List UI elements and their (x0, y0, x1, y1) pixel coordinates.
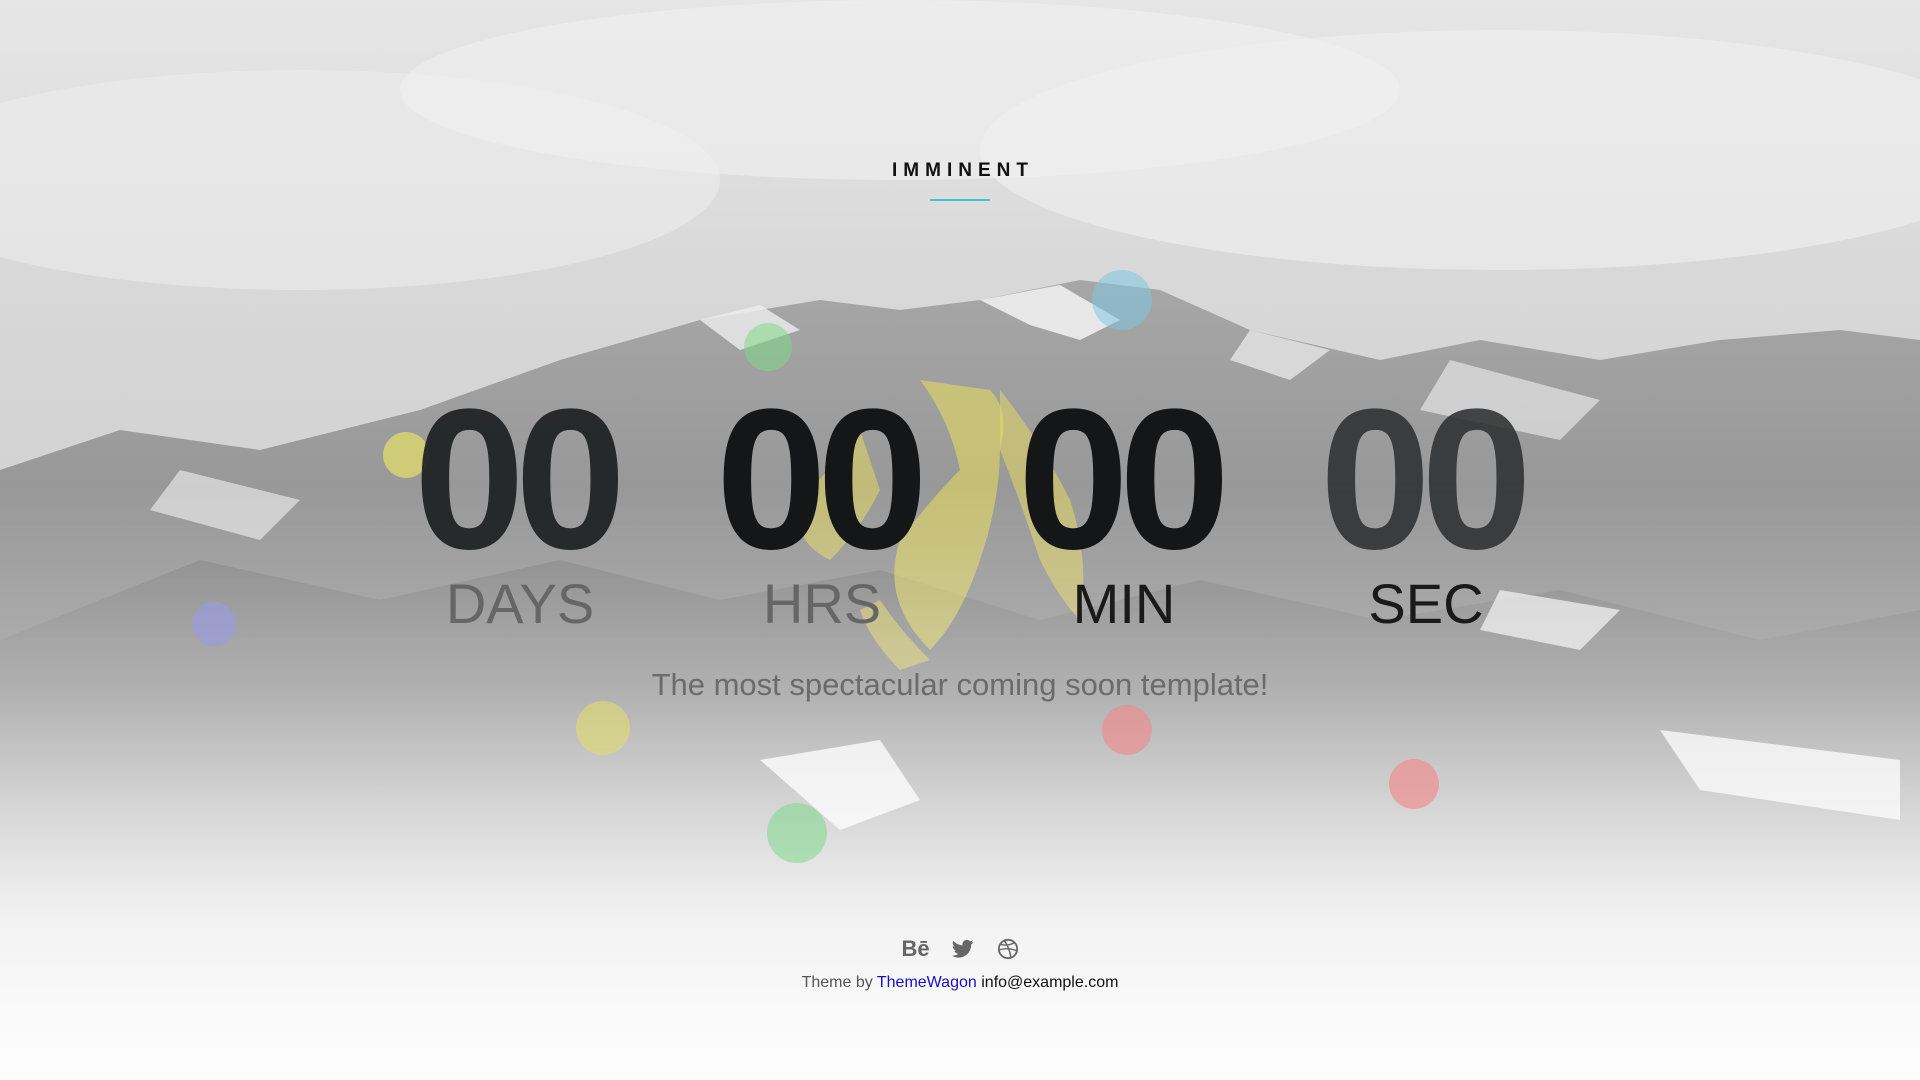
hours-value: 00 (715, 368, 928, 591)
countdown-seconds: 00 SEC (1296, 380, 1556, 634)
countdown-hours: 00 HRS (692, 380, 952, 634)
decorative-bubble (767, 803, 827, 863)
countdown-timer: 00 DAYS 00 HRS 00 MIN 00 SEC (390, 380, 1550, 634)
decorative-bubble (744, 323, 792, 371)
decorative-bubble (576, 701, 630, 755)
footer-credits: Theme by ThemeWagon info@example.com (0, 974, 1920, 992)
tagline: The most spectacular coming soon templat… (651, 667, 1269, 702)
decorative-bubble (1092, 270, 1152, 330)
minutes-value: 00 (1017, 368, 1230, 591)
countdown-minutes: 00 MIN (994, 380, 1254, 634)
contact-email: info@example.com (981, 974, 1119, 991)
brand-title: IMMINENT (892, 160, 1034, 181)
coming-soon-page: IMMINENT 00 DAYS 00 HRS 00 MIN 00 SEC Th… (0, 0, 1920, 1080)
brand-underline (930, 199, 990, 201)
credits-prefix: Theme by (801, 974, 873, 991)
decorative-bubble (192, 602, 236, 646)
behance-icon[interactable]: Bē (901, 936, 929, 962)
countdown-days: 00 DAYS (390, 380, 650, 634)
social-links: Bē (0, 936, 1920, 962)
decorative-bubble (1102, 705, 1152, 755)
seconds-value: 00 (1319, 368, 1532, 591)
days-value: 00 (413, 368, 626, 591)
themewagon-link[interactable]: ThemeWagon (877, 974, 977, 991)
twitter-icon[interactable] (952, 939, 974, 959)
decorative-bubble (1389, 759, 1439, 809)
dribbble-icon[interactable] (997, 938, 1019, 960)
